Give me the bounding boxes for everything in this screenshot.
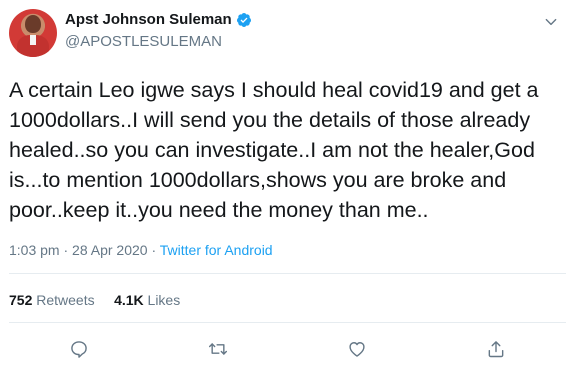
avatar-face [25, 15, 41, 33]
divider [9, 273, 566, 274]
tweet-stats: 752 Retweets 4.1K Likes [9, 292, 180, 308]
meta-separator: · [151, 242, 157, 258]
likes-label: Likes [147, 292, 181, 308]
tweet-source[interactable]: Twitter for Android [160, 242, 273, 258]
avatar-collar [30, 35, 36, 45]
meta-separator: · [63, 242, 69, 258]
verified-badge-icon [236, 12, 252, 28]
retweet-icon [208, 343, 227, 355]
tweet-text: A certain Leo igwe says I should heal co… [9, 78, 539, 222]
reply-icon [70, 341, 87, 358]
author-block[interactable]: Apst Johnson Suleman @APOSTLESULEMAN [65, 11, 252, 50]
tweet-time[interactable]: 1:03 pm [9, 242, 60, 258]
retweets-count: 752 [9, 292, 33, 308]
chevron-down-icon[interactable] [544, 15, 558, 29]
likes-stat[interactable]: 4.1K Likes [114, 292, 180, 308]
name-line: Apst Johnson Suleman [65, 11, 252, 28]
retweets-label: Retweets [36, 292, 95, 308]
retweets-stat[interactable]: 752 Retweets [9, 292, 99, 308]
retweet-button[interactable] [206, 337, 230, 361]
share-button[interactable] [484, 337, 508, 361]
share-icon [489, 341, 504, 358]
action-bar [9, 336, 566, 362]
reply-button[interactable] [67, 337, 91, 361]
like-icon [349, 342, 365, 357]
author-handle[interactable]: @APOSTLESULEMAN [65, 33, 252, 50]
tweet-meta: 1:03 pm · 28 Apr 2020 · Twitter for Andr… [9, 242, 273, 258]
tweet-date[interactable]: 28 Apr 2020 [72, 242, 148, 258]
likes-count: 4.1K [114, 292, 144, 308]
like-button[interactable] [345, 337, 369, 361]
avatar[interactable] [9, 9, 57, 57]
tweet-header: Apst Johnson Suleman @APOSTLESULEMAN [9, 9, 566, 63]
display-name[interactable]: Apst Johnson Suleman [65, 11, 232, 28]
divider [9, 322, 566, 323]
